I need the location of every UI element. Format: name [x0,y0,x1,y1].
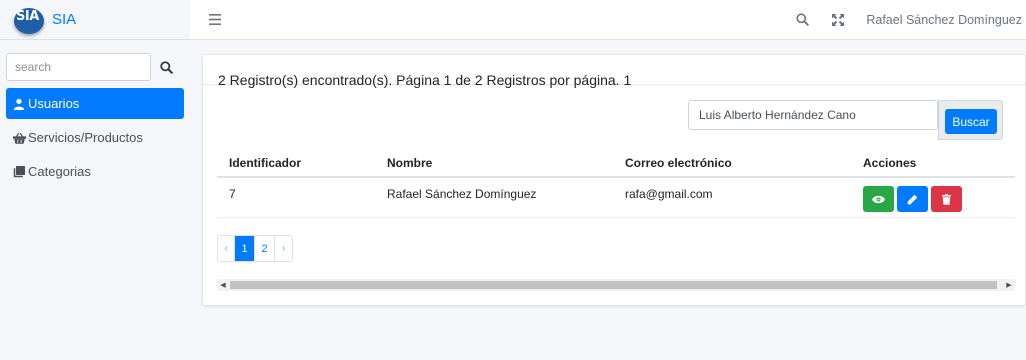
sidebar-item-label: Categorias [28,164,91,179]
name-filter-input[interactable] [688,100,938,130]
cell-email: rafa@gmail.com [613,177,851,218]
basket-icon [12,131,26,145]
menu-icon[interactable] [208,13,222,27]
buscar-button[interactable]: Buscar [945,109,997,134]
sidebar: SIA SIA Usuarios Servicios/Productos Cat… [0,0,190,360]
table-header-row: Identificador Nombre Correo electrónico … [217,149,1015,178]
column-header-acciones: Acciones [851,149,1015,178]
search-button-group: Buscar [938,100,1003,140]
users-card: 2 Registro(s) encontrado(s). Página 1 de… [202,54,1026,306]
cell-name: Rafael Sánchez Domínguez [375,177,613,218]
edit-button[interactable] [897,186,928,212]
records-info: 2 Registro(s) encontrado(s). Página 1 de… [218,72,632,88]
sidebar-item-usuarios[interactable]: Usuarios [6,88,184,119]
fullscreen-icon[interactable] [830,12,846,28]
brand-logo: SIA [14,6,44,34]
column-header-identificador[interactable]: Identificador [217,149,375,178]
search-icon[interactable] [151,53,181,81]
horizontal-scrollbar[interactable]: ◀ ▶ [217,279,1015,291]
sidebar-item-label: Servicios/Productos [28,130,143,145]
scroll-left-icon[interactable]: ◀ [217,279,229,291]
copy-icon [12,165,26,179]
brand-name[interactable]: SIA [52,11,76,28]
table-row: 7 Rafael Sánchez Domínguez rafa@gmail.co… [217,177,1015,218]
page-2[interactable]: 2 [255,236,275,261]
sidebar-item-label: Usuarios [28,96,80,111]
brand[interactable]: SIA SIA [0,0,190,40]
brand-logo-text: SIA [16,8,39,24]
column-header-correo[interactable]: Correo electrónico [613,149,851,178]
sidebar-search [6,53,184,81]
cell-id: 7 [217,177,375,218]
scroll-right-icon[interactable]: ▶ [1003,279,1015,291]
column-header-nombre[interactable]: Nombre [375,149,613,178]
sidebar-item-servicios-productos[interactable]: Servicios/Productos [6,122,184,153]
scrollbar-thumb[interactable] [230,281,997,289]
search-icon[interactable] [794,12,810,28]
trash-icon [942,193,951,205]
page-prev[interactable]: ‹ [218,236,235,261]
page-1[interactable]: 1 [235,236,255,261]
sidebar-search-input[interactable] [6,53,151,81]
users-table: Identificador Nombre Correo electrónico … [217,149,1015,218]
delete-button[interactable] [931,186,962,212]
user-icon [12,97,26,111]
row-actions [863,186,1015,212]
pagination: ‹ 1 2 › [217,235,293,262]
topbar-right: Rafael Sánchez Domínguez [794,12,1026,28]
eye-icon [872,195,885,203]
user-name[interactable]: Rafael Sánchez Domínguez [866,13,1022,27]
topbar: Rafael Sánchez Domínguez [190,0,1026,40]
page-next[interactable]: › [275,236,292,261]
cell-actions [851,177,1015,218]
pencil-icon [907,194,918,204]
view-button[interactable] [863,186,894,212]
sidebar-item-categorias[interactable]: Categorias [6,156,184,187]
